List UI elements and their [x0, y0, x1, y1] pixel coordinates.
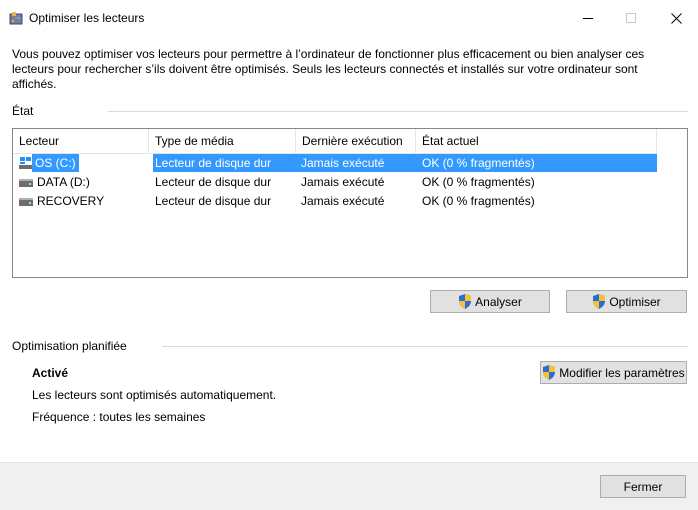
optimize-label: Optimiser: [609, 294, 661, 309]
column-header-media-type[interactable]: Type de média: [149, 129, 296, 153]
footer-bar: Fermer: [0, 462, 698, 510]
current-state: OK (0 % fragmentés): [422, 194, 535, 208]
minimize-icon: [583, 17, 593, 19]
optimize-drives-window: Optimiser les lecteurs Vous pouvez optim…: [0, 0, 698, 510]
column-header-current-state[interactable]: État actuel: [416, 129, 657, 153]
hard-drive-icon: [19, 198, 33, 206]
drive-name: DATA (D:): [37, 175, 90, 189]
close-button[interactable]: Fermer: [600, 475, 686, 498]
media-type: Lecteur de disque dur: [155, 175, 272, 189]
uac-shield-icon: [593, 294, 606, 309]
schedule-info: Les lecteurs sont optimisés automatiquem…: [32, 388, 277, 402]
status-group-divider: [108, 111, 688, 112]
scheduled-group-label: Optimisation planifiée: [12, 339, 127, 353]
drive-row-os[interactable]: OS (C:) Lecteur de disque dur Jamais exé…: [17, 154, 657, 172]
column-header-last-run[interactable]: Dernière exécution: [296, 129, 416, 153]
last-run: Jamais exécuté: [301, 175, 385, 189]
defrag-app-icon: [9, 12, 23, 25]
maximize-icon: [626, 13, 636, 23]
close-icon: [670, 12, 682, 24]
drives-list[interactable]: Lecteur Type de média Dernière exécution…: [12, 128, 688, 278]
column-header-drive[interactable]: Lecteur: [13, 129, 149, 153]
last-run: Jamais exécuté: [301, 156, 385, 170]
drive-name-cell: OS (C:): [32, 154, 153, 172]
media-type: Lecteur de disque dur: [155, 156, 272, 170]
analyze-label: Analyser: [475, 294, 522, 309]
current-state: OK (0 % fragmentés): [422, 175, 535, 189]
change-settings-button[interactable]: Modifier les paramètres: [540, 361, 687, 384]
current-state: OK (0 % fragmentés): [422, 156, 535, 170]
window-title: Optimiser les lecteurs: [29, 11, 145, 25]
drive-name: OS (C:): [32, 154, 79, 172]
uac-shield-icon: [543, 365, 556, 380]
drive-row-data[interactable]: DATA (D:) Lecteur de disque dur Jamais e…: [17, 173, 657, 191]
scheduled-group-divider: [162, 346, 688, 347]
maximize-button[interactable]: [609, 0, 653, 36]
drives-list-header: Lecteur Type de média Dernière exécution…: [13, 129, 657, 154]
hard-drive-icon: [19, 179, 33, 187]
close-window-button[interactable]: [654, 0, 698, 36]
change-settings-label: Modifier les paramètres: [559, 365, 685, 380]
drive-row-recovery[interactable]: RECOVERY Lecteur de disque dur Jamais ex…: [17, 192, 657, 210]
description-text: Vous pouvez optimiser vos lecteurs pour …: [12, 47, 645, 91]
drive-name: RECOVERY: [37, 194, 105, 208]
schedule-frequency: Fréquence : toutes les semaines: [32, 410, 206, 424]
schedule-status: Activé: [32, 366, 69, 380]
windows-drive-icon: [19, 157, 33, 169]
uac-shield-icon: [459, 294, 472, 309]
status-group-label: État: [12, 104, 34, 118]
title-bar[interactable]: Optimiser les lecteurs: [0, 0, 698, 36]
close-label: Fermer: [623, 479, 663, 494]
analyze-button[interactable]: Analyser: [430, 290, 550, 313]
last-run: Jamais exécuté: [301, 194, 385, 208]
optimize-button[interactable]: Optimiser: [566, 290, 687, 313]
media-type: Lecteur de disque dur: [155, 194, 272, 208]
minimize-button[interactable]: [566, 0, 610, 36]
